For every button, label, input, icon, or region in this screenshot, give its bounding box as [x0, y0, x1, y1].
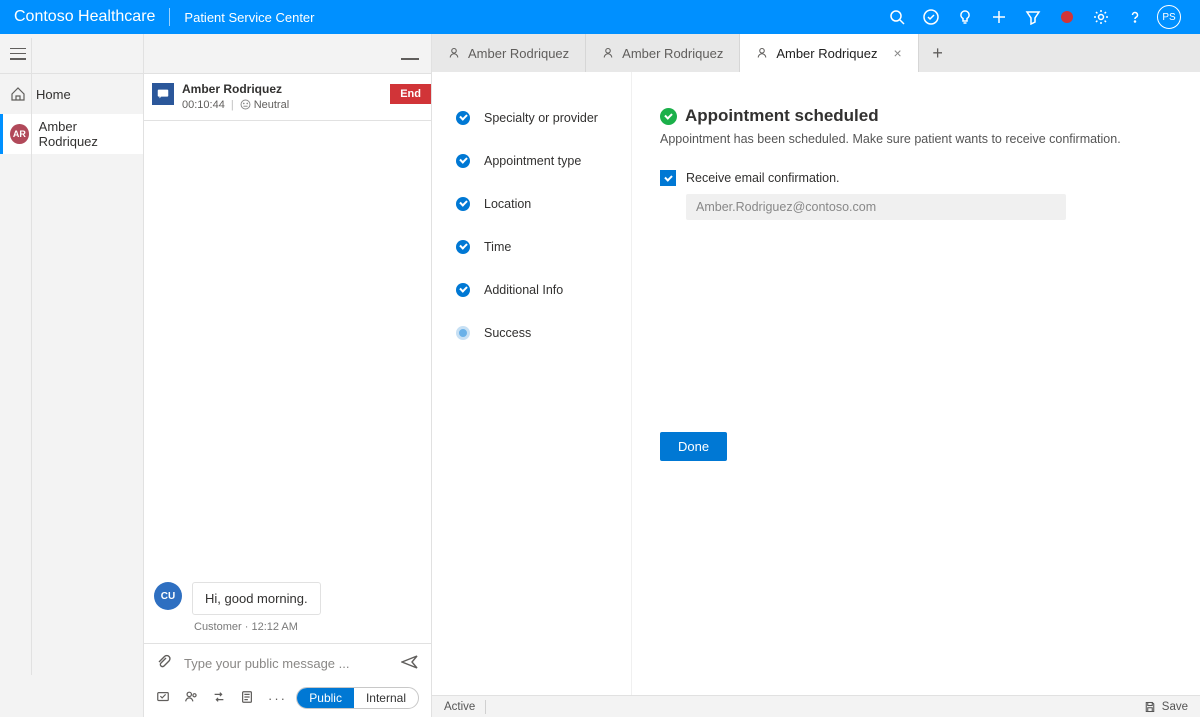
done-button[interactable]: Done: [660, 432, 727, 461]
tab-patient-1[interactable]: Amber Rodriquez: [432, 34, 586, 72]
step-success[interactable]: Success: [456, 311, 621, 354]
chat-column: Amber Rodriquez 00:10:44 | Neutral End C…: [144, 34, 432, 717]
session-timer: 00:10:44: [182, 98, 225, 112]
step-location[interactable]: Location: [456, 182, 621, 225]
quick-reply-icon[interactable]: [156, 690, 170, 707]
chat-transcript: CU Hi, good morning. Customer · 12:12 AM: [144, 121, 431, 643]
home-icon: [10, 86, 26, 102]
top-bar: Contoso Healthcare Patient Service Cente…: [0, 0, 1200, 34]
status-bar: Active Save: [432, 695, 1200, 717]
close-tab-icon[interactable]: ×: [893, 45, 901, 61]
nav-rail: Home AR Amber Rodriquez: [0, 34, 144, 717]
help-icon[interactable]: [1118, 0, 1152, 34]
nav-home[interactable]: Home: [0, 74, 143, 114]
lightbulb-icon[interactable]: [948, 0, 982, 34]
session-card[interactable]: Amber Rodriquez 00:10:44 | Neutral End: [144, 74, 431, 121]
chat-channel-icon: [152, 83, 174, 105]
panel-title: Appointment scheduled: [685, 106, 879, 126]
step-specialty[interactable]: Specialty or provider: [456, 96, 621, 139]
save-icon: [1144, 701, 1156, 713]
person-icon: [756, 47, 768, 59]
chat-composer: ··· Public Internal: [144, 643, 431, 717]
step-time[interactable]: Time: [456, 225, 621, 268]
checkbox-label: Receive email confirmation.: [686, 171, 840, 185]
main-column: Amber Rodriquez Amber Rodriquez Amber Ro…: [432, 34, 1200, 717]
brand-name: Contoso Healthcare: [14, 8, 155, 26]
add-tab-button[interactable]: +: [919, 34, 957, 72]
module-name: Patient Service Center: [184, 10, 314, 25]
step-current-icon: [456, 326, 470, 340]
save-button[interactable]: Save: [1144, 701, 1188, 713]
brand[interactable]: Contoso Healthcare Patient Service Cente…: [14, 0, 315, 34]
status-state: Active: [444, 701, 475, 713]
record-icon[interactable]: [1050, 0, 1084, 34]
transfer-icon[interactable]: [212, 690, 226, 707]
more-icon[interactable]: ···: [268, 691, 282, 706]
person-icon: [602, 47, 614, 59]
sentiment-icon: [240, 99, 251, 110]
step-done-icon: [456, 197, 470, 211]
topbar-actions: PS: [880, 0, 1186, 34]
step-list: Specialty or provider Appointment type L…: [432, 72, 632, 695]
message-meta: Customer · 12:12 AM: [194, 621, 421, 633]
search-icon[interactable]: [880, 0, 914, 34]
step-done-icon: [456, 283, 470, 297]
brand-divider: [169, 8, 170, 26]
attach-icon[interactable]: [156, 654, 172, 673]
end-session-button[interactable]: End: [390, 84, 431, 104]
visibility-toggle[interactable]: Public Internal: [296, 687, 419, 709]
send-icon[interactable]: [401, 654, 419, 673]
session-sentiment: Neutral: [254, 98, 289, 112]
nav-patient-session[interactable]: AR Amber Rodriquez: [0, 114, 143, 154]
success-check-icon: [660, 108, 677, 125]
panel-subtitle: Appointment has been scheduled. Make sur…: [660, 132, 1172, 146]
step-done-icon: [456, 240, 470, 254]
avatar-initials: PS: [1157, 5, 1181, 29]
tab-patient-2[interactable]: Amber Rodriquez: [586, 34, 740, 72]
tab-strip: Amber Rodriquez Amber Rodriquez Amber Ro…: [432, 34, 1200, 72]
gear-icon[interactable]: [1084, 0, 1118, 34]
plus-icon[interactable]: [982, 0, 1016, 34]
step-additional-info[interactable]: Additional Info: [456, 268, 621, 311]
step-done-icon: [456, 154, 470, 168]
nav-toggle[interactable]: [0, 34, 143, 74]
pill-internal[interactable]: Internal: [354, 688, 418, 708]
consult-icon[interactable]: [184, 690, 198, 707]
filter-icon[interactable]: [1016, 0, 1050, 34]
message-input[interactable]: [184, 656, 389, 671]
email-display: Amber.Rodriguez@contoso.com: [686, 194, 1066, 220]
nav-patient-label: Amber Rodriquez: [39, 119, 133, 149]
pill-public[interactable]: Public: [297, 688, 354, 708]
user-avatar[interactable]: PS: [1152, 0, 1186, 34]
tab-patient-3[interactable]: Amber Rodriquez ×: [740, 34, 918, 72]
message-bubble: Hi, good morning.: [192, 582, 321, 615]
chat-header: [144, 34, 431, 74]
chat-message: CU Hi, good morning.: [154, 582, 421, 615]
step-appointment-type[interactable]: Appointment type: [456, 139, 621, 182]
message-avatar: CU: [154, 582, 182, 610]
patient-avatar-icon: AR: [10, 124, 29, 144]
notes-icon[interactable]: [240, 690, 254, 707]
hamburger-icon: [10, 48, 26, 60]
minimize-icon[interactable]: [401, 58, 419, 60]
success-panel: Appointment scheduled Appointment has be…: [632, 72, 1200, 695]
nav-home-label: Home: [36, 87, 71, 102]
step-done-icon: [456, 111, 470, 125]
task-icon[interactable]: [914, 0, 948, 34]
email-confirmation-checkbox[interactable]: [660, 170, 676, 186]
session-name: Amber Rodriquez: [182, 82, 382, 98]
person-icon: [448, 47, 460, 59]
